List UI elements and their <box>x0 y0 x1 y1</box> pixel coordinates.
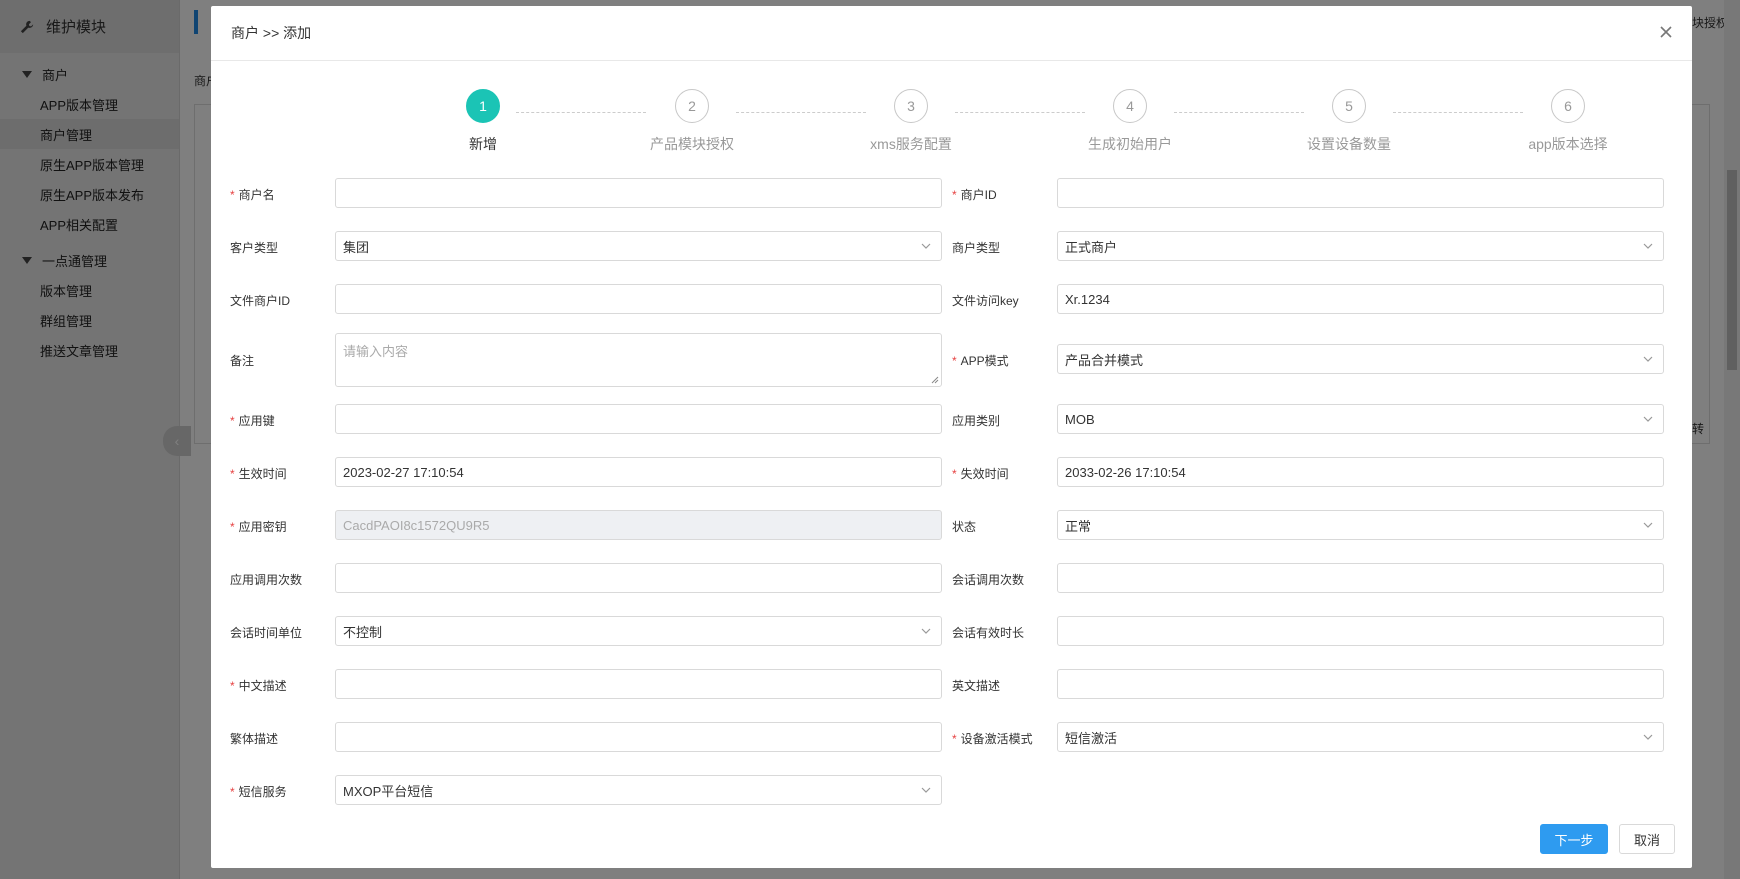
chevron-down-icon <box>921 787 931 793</box>
resize-grip-icon[interactable] <box>931 376 939 384</box>
tw-desc-label: 繁体描述 <box>230 732 279 746</box>
file-access-key-label: 文件访问key <box>952 294 1019 308</box>
chevron-down-icon <box>1643 522 1653 528</box>
app-secret-label: * 应用密钥 <box>230 520 287 534</box>
file-merchant-id-label: 文件商户ID <box>230 294 291 308</box>
cn-desc-input[interactable] <box>335 669 942 699</box>
close-icon[interactable] <box>1658 24 1674 40</box>
app-call-count-input[interactable] <box>335 563 942 593</box>
step-3-circle: 3 <box>894 89 928 123</box>
chevron-down-icon <box>1643 243 1653 249</box>
effective-time-input[interactable]: 2023-02-27 17:10:54 <box>335 457 942 487</box>
session-valid-duration-label: 会话有效时长 <box>952 626 1025 640</box>
session-valid-duration-input[interactable] <box>1057 616 1664 646</box>
app-category-label: 应用类别 <box>952 414 1001 428</box>
step-connector <box>516 112 646 113</box>
step-connector <box>955 112 1085 113</box>
step-2-label: 产品模块授权 <box>650 136 734 152</box>
effective-time-label: * 生效时间 <box>230 467 287 481</box>
file-merchant-id-input[interactable] <box>335 284 942 314</box>
step-2-circle: 2 <box>675 89 709 123</box>
chevron-down-icon <box>921 628 931 634</box>
customer-type-label: 客户类型 <box>230 241 279 255</box>
cancel-button[interactable]: 取消 <box>1619 824 1675 854</box>
device-activation-mode-label: * 设备激活模式 <box>952 732 1033 746</box>
merchant-type-select[interactable]: 正式商户 <box>1057 231 1664 261</box>
step-4-circle: 4 <box>1113 89 1147 123</box>
remark-label: 备注 <box>230 354 255 368</box>
modal-header: 商户 >> 添加 <box>211 6 1692 61</box>
next-step-button[interactable]: 下一步 <box>1540 824 1608 854</box>
app-call-count-label: 应用调用次数 <box>230 573 303 587</box>
app-mode-select[interactable]: 产品合并模式 <box>1057 344 1664 374</box>
expire-time-label: * 失效时间 <box>952 467 1009 481</box>
step-4-label: 生成初始用户 <box>1088 136 1172 152</box>
file-access-key-input[interactable]: Xr.1234 <box>1057 284 1664 314</box>
en-desc-input[interactable] <box>1057 669 1664 699</box>
cn-desc-label: * 中文描述 <box>230 679 287 693</box>
status-select[interactable]: 正常 <box>1057 510 1664 540</box>
chevron-down-icon <box>921 243 931 249</box>
merchant-name-input[interactable] <box>335 178 942 208</box>
tw-desc-input[interactable] <box>335 722 942 752</box>
chevron-down-icon <box>1643 416 1653 422</box>
merchant-type-label: 商户类型 <box>952 241 1001 255</box>
step-5-label: 设置设备数量 <box>1307 136 1391 152</box>
add-merchant-modal: 商户 >> 添加 1 2 3 4 5 6 新增 产品模块授权 xms服务配置 生… <box>211 6 1692 868</box>
step-1-label: 新增 <box>469 136 497 152</box>
step-6-circle: 6 <box>1551 89 1585 123</box>
app-mode-label: * APP模式 <box>952 354 1009 368</box>
customer-type-select[interactable]: 集团 <box>335 231 942 261</box>
merchant-id-input[interactable] <box>1057 178 1664 208</box>
chevron-down-icon <box>1643 356 1653 362</box>
app-key-input[interactable] <box>335 404 942 434</box>
session-time-unit-label: 会话时间单位 <box>230 626 303 640</box>
sms-service-label: * 短信服务 <box>230 785 287 799</box>
app-key-label: * 应用键 <box>230 414 275 428</box>
step-6-label: app版本选择 <box>1528 136 1608 152</box>
step-connector <box>1174 112 1304 113</box>
session-call-count-label: 会话调用次数 <box>952 573 1025 587</box>
session-call-count-input[interactable] <box>1057 563 1664 593</box>
step-connector <box>1393 112 1523 113</box>
modal-title: 商户 >> 添加 <box>231 25 312 41</box>
step-3-label: xms服务配置 <box>870 136 952 152</box>
session-time-unit-select[interactable]: 不控制 <box>335 616 942 646</box>
device-activation-mode-select[interactable]: 短信激活 <box>1057 722 1664 752</box>
merchant-name-label: * 商户名 <box>230 188 275 202</box>
app-category-select[interactable]: MOB <box>1057 404 1664 434</box>
sms-service-select[interactable]: MXOP平台短信 <box>335 775 942 805</box>
chevron-down-icon <box>1643 734 1653 740</box>
step-1-circle: 1 <box>466 89 500 123</box>
app-secret-input: CacdPAOI8c1572QU9R5 <box>335 510 942 540</box>
en-desc-label: 英文描述 <box>952 679 1001 693</box>
status-label: 状态 <box>952 520 977 534</box>
remark-textarea[interactable]: 请输入内容 <box>335 333 942 387</box>
step-5-circle: 5 <box>1332 89 1366 123</box>
expire-time-input[interactable]: 2033-02-26 17:10:54 <box>1057 457 1664 487</box>
step-connector <box>736 112 866 113</box>
merchant-id-label: * 商户ID <box>952 188 997 202</box>
